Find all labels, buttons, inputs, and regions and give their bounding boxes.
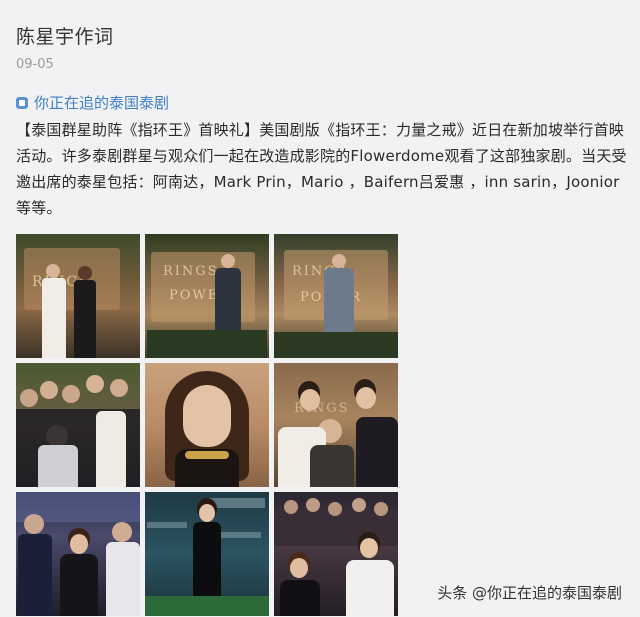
watermark: 头条 @你正在追的泰国泰剧 — [437, 584, 622, 602]
photo-grid: RINGS RINGS POWER RINGS POWER — [16, 234, 398, 616]
topic-label: 你正在追的泰国泰剧 — [34, 94, 170, 112]
photo-thumbnail[interactable]: RINGS — [16, 234, 140, 358]
topic-link[interactable]: 你正在追的泰国泰剧 — [16, 92, 169, 113]
photo-thumbnail[interactable]: RINGS — [274, 363, 398, 487]
photo-thumbnail[interactable] — [145, 492, 269, 616]
post-author[interactable]: 陈星宇作词 — [16, 22, 114, 49]
photo-thumbnail[interactable] — [274, 492, 398, 616]
topic-icon — [16, 96, 28, 109]
photo-thumbnail[interactable] — [16, 363, 140, 487]
post-body: 【泰国群星助阵《指环王》首映礼】美国剧版《指环王：力量之戒》近日在新加坡举行首映… — [16, 121, 627, 217]
photo-thumbnail[interactable]: RINGS POWER — [145, 234, 269, 358]
post-date: 09-05 — [16, 57, 54, 72]
photo-thumbnail[interactable]: RINGS POWER — [274, 234, 398, 358]
photo-thumbnail[interactable] — [16, 492, 140, 616]
photo-thumbnail[interactable] — [145, 363, 269, 487]
